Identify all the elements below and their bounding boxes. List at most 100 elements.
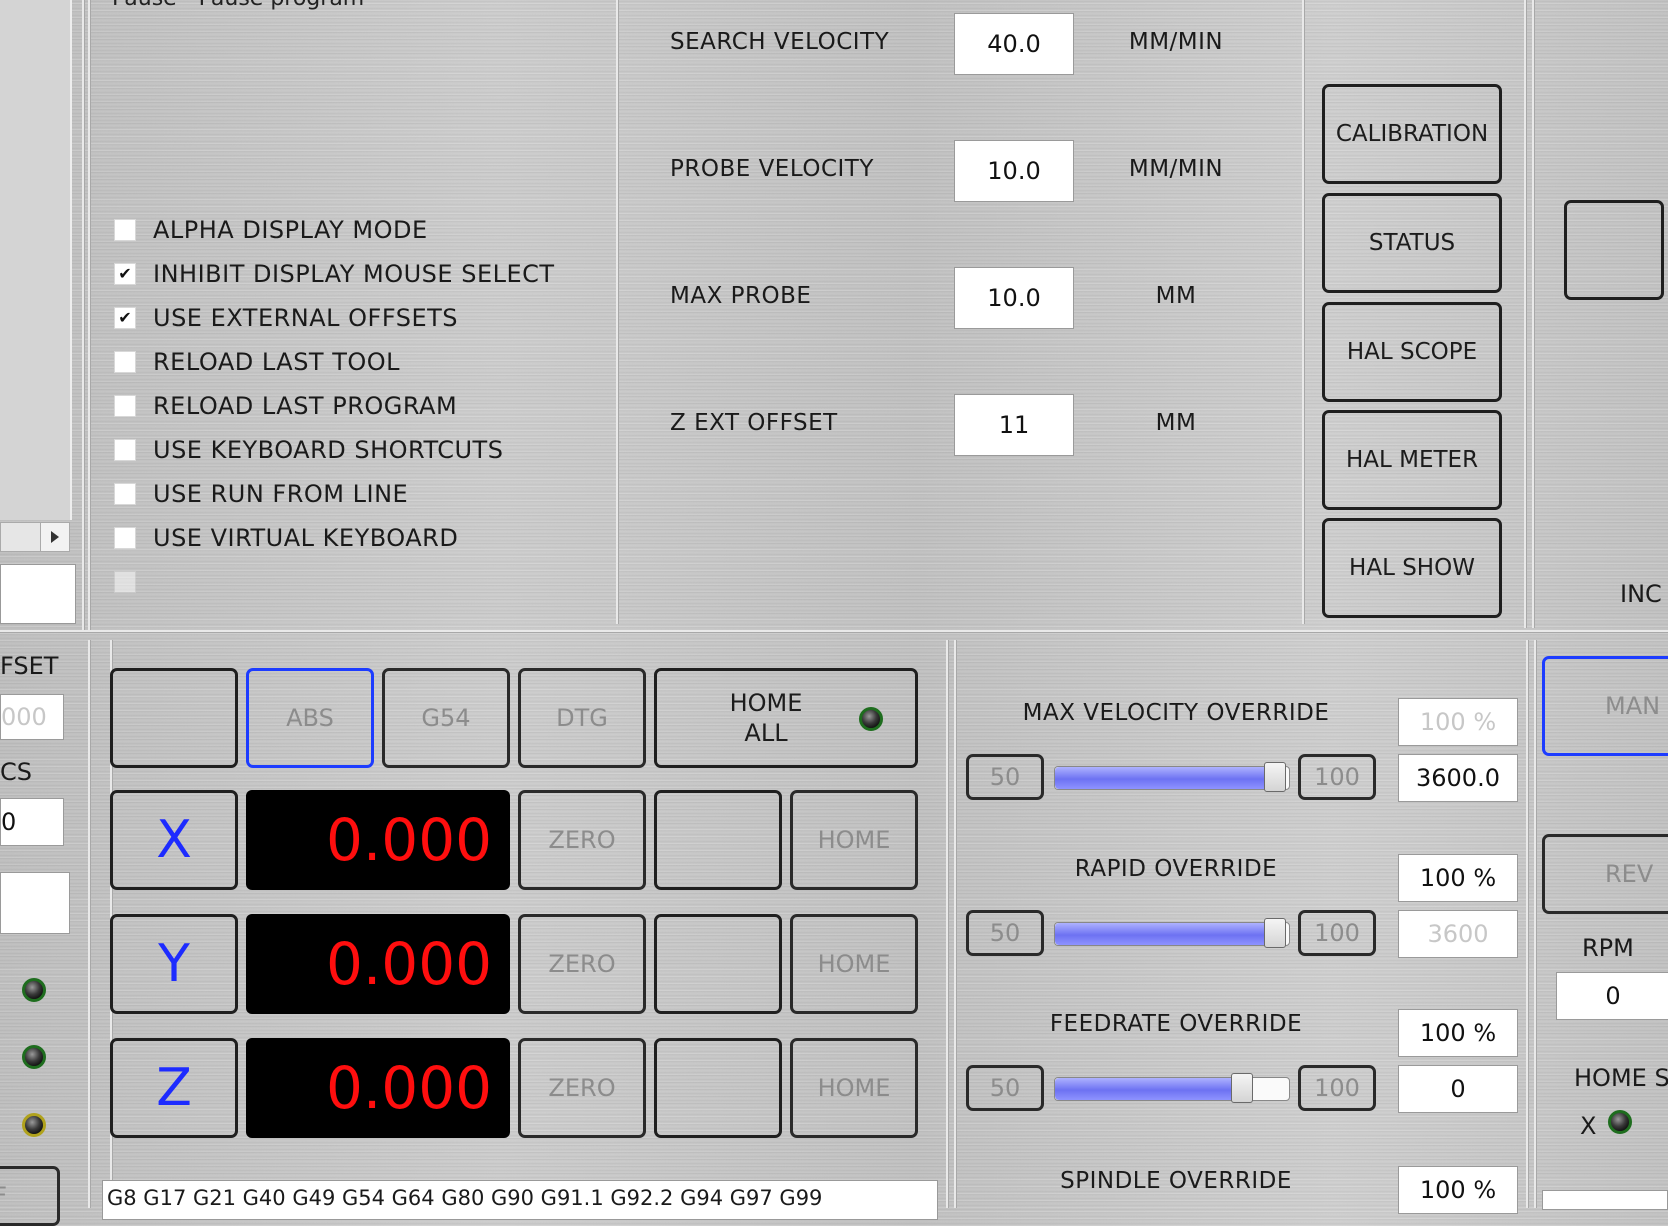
override-value-field[interactable]: 0	[1398, 1065, 1518, 1113]
man-button-label: MAN	[1605, 692, 1661, 720]
home-s-label: HOME S	[1574, 1064, 1668, 1092]
override-min-label: 50	[989, 919, 1021, 947]
probe-unit: MM/MIN	[1128, 29, 1224, 55]
rev-button-label: REV	[1605, 860, 1654, 888]
option-label: USE RUN FROM LINE	[153, 480, 409, 508]
home-button-label: HOME	[817, 826, 891, 854]
home-y-button[interactable]: HOME	[790, 914, 918, 1014]
checkbox-unchecked[interactable]	[114, 483, 136, 505]
hal-meter-button[interactable]: HAL METER	[1322, 410, 1502, 510]
axis-x-button[interactable]: X	[110, 790, 238, 890]
override-max-label: 100	[1314, 919, 1360, 947]
axis-y-blank-button[interactable]	[654, 914, 782, 1014]
probe-value-field[interactable]: 11	[954, 394, 1074, 456]
option-row[interactable]: USE VIRTUAL KEYBOARD	[114, 521, 458, 555]
checkmark-icon: ✔	[118, 264, 132, 283]
zero-z-button[interactable]: ZERO	[518, 1038, 646, 1138]
dro-value: 0.000	[325, 1054, 492, 1122]
home-x-led	[1608, 1110, 1632, 1134]
checkbox-unchecked[interactable]	[114, 351, 136, 373]
hal-scope-button[interactable]: HAL SCOPE	[1322, 302, 1502, 402]
offset-field[interactable]: 000	[0, 694, 64, 740]
override-slider-handle[interactable]	[1263, 918, 1286, 948]
zero-y-button[interactable]: ZERO	[518, 914, 646, 1014]
scroll-right-arrow-icon[interactable]	[40, 523, 69, 551]
right-top-blank-button[interactable]	[1564, 200, 1664, 300]
override-percent-field: 100 %	[1398, 1166, 1518, 1214]
dro-blank-button[interactable]	[110, 668, 238, 768]
override-slider-handle[interactable]	[1231, 1073, 1254, 1103]
axis-z-blank-button[interactable]	[654, 1038, 782, 1138]
left-blank-field[interactable]	[0, 872, 70, 934]
dro-readout-x: 0.000	[246, 790, 510, 890]
override-min-button[interactable]: 50	[966, 1065, 1044, 1111]
axis-letter: X	[156, 810, 192, 870]
axis-z-button[interactable]: Z	[110, 1038, 238, 1138]
override-min-button[interactable]: 50	[966, 910, 1044, 956]
override-slider[interactable]	[1054, 918, 1290, 948]
home-all-button[interactable]: HOME ALL	[654, 668, 918, 768]
checkbox-unchecked[interactable]	[114, 395, 136, 417]
probe-label: SEARCH VELOCITY	[670, 29, 890, 55]
override-max-button[interactable]: 100	[1298, 1065, 1376, 1111]
override-title: FEEDRATE OVERRIDE	[1049, 1011, 1303, 1037]
home-z-button[interactable]: HOME	[790, 1038, 918, 1138]
gcode-text: G8 G17 G21 G40 G49 G54 G64 G80 G90 G91.1…	[107, 1186, 823, 1210]
override-max-button[interactable]: 100	[1298, 754, 1376, 800]
dtg-button[interactable]: DTG	[518, 668, 646, 768]
checkbox-checked[interactable]: ✔	[114, 263, 136, 285]
home-x-button[interactable]: HOME	[790, 790, 918, 890]
override-percent-field: 100 %	[1398, 698, 1518, 746]
probe-value-field[interactable]: 10.0	[954, 140, 1074, 202]
override-slider-fill	[1055, 767, 1275, 789]
dro-readout-y: 0.000	[246, 914, 510, 1014]
rev-button[interactable]: REV	[1542, 834, 1668, 914]
axis-x-blank-button[interactable]	[654, 790, 782, 890]
option-row[interactable]: ✔ INHIBIT DISPLAY MOUSE SELECT	[114, 257, 555, 291]
option-label: USE EXTERNAL OFFSETS	[153, 304, 459, 332]
option-row[interactable]: USE RUN FROM LINE	[114, 477, 408, 511]
g54-button[interactable]: G54	[382, 668, 510, 768]
left-input-box[interactable]	[0, 564, 76, 624]
override-slider-handle[interactable]	[1263, 762, 1286, 792]
left-scrollbar[interactable]	[0, 522, 70, 552]
calibration-button[interactable]: CALIBRATION	[1322, 84, 1502, 184]
offset-label: FSET	[0, 652, 59, 680]
zero-x-button[interactable]: ZERO	[518, 790, 646, 890]
checkbox-checked[interactable]: ✔	[114, 307, 136, 329]
probe-value-field[interactable]: 40.0	[954, 13, 1074, 75]
override-slider[interactable]	[1054, 1073, 1290, 1103]
abs-button-label: ABS	[286, 704, 334, 732]
rpm-field[interactable]: 0	[1556, 972, 1668, 1020]
right-bottom-field[interactable]	[1542, 1190, 1668, 1210]
abs-button[interactable]: ABS	[246, 668, 374, 768]
override-value-field[interactable]: 3600	[1398, 910, 1518, 958]
dro-readout-z: 0.000	[246, 1038, 510, 1138]
calibration-button-label: CALIBRATION	[1335, 121, 1489, 147]
checkbox-unchecked[interactable]	[114, 571, 136, 593]
axis-y-button[interactable]: Y	[110, 914, 238, 1014]
cs-field-value: 0	[1, 808, 17, 836]
option-row[interactable]: ✔ USE EXTERNAL OFFSETS	[114, 301, 458, 335]
hal-show-button[interactable]: HAL SHOW	[1322, 518, 1502, 618]
left-bottom-button[interactable]: F	[0, 1166, 60, 1226]
option-row[interactable]: RELOAD LAST PROGRAM	[114, 389, 457, 423]
override-min-button[interactable]: 50	[966, 754, 1044, 800]
option-label: ALPHA DISPLAY MODE	[153, 216, 428, 244]
override-percent: 100 %	[1419, 864, 1497, 892]
zero-button-label: ZERO	[548, 826, 616, 854]
checkbox-unchecked[interactable]	[114, 219, 136, 241]
option-row[interactable]	[114, 565, 153, 599]
option-row[interactable]: RELOAD LAST TOOL	[114, 345, 400, 379]
override-value-field[interactable]: 3600.0	[1398, 754, 1518, 802]
option-row[interactable]: ALPHA DISPLAY MODE	[114, 213, 428, 247]
checkbox-unchecked[interactable]	[114, 439, 136, 461]
man-button[interactable]: MAN	[1542, 656, 1668, 756]
checkbox-unchecked[interactable]	[114, 527, 136, 549]
option-row[interactable]: USE KEYBOARD SHORTCUTS	[114, 433, 503, 467]
override-slider[interactable]	[1054, 762, 1290, 792]
cs-field[interactable]: 0	[0, 798, 64, 846]
probe-value-field[interactable]: 10.0	[954, 267, 1074, 329]
override-max-button[interactable]: 100	[1298, 910, 1376, 956]
status-button[interactable]: STATUS	[1322, 193, 1502, 293]
